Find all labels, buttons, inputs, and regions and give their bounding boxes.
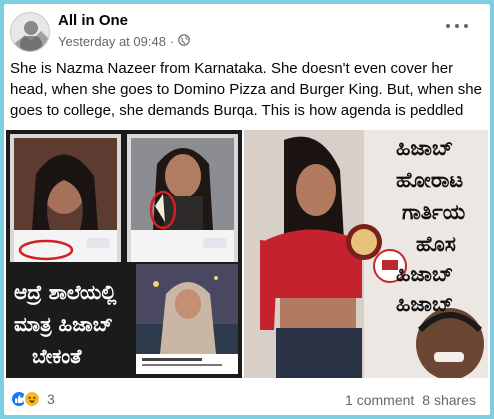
hijab-screenshot (136, 264, 238, 374)
left-overlay-line-1: ಆದ್ರೆ ಶಾಲೆಯಲ್ಲಿ (14, 280, 117, 304)
right-overlay-line-5: ಹಿಜಾಬ್ (396, 262, 454, 286)
post-card: All in One Yesterday at 09:48 · She is N… (4, 4, 490, 415)
reaction-count: 3 (47, 391, 55, 407)
shares-link[interactable]: 8 shares (422, 392, 476, 408)
post-footer: 3 1 comment 8 shares (4, 384, 490, 415)
post-meta: Yesterday at 09:48 · (58, 34, 191, 49)
right-overlay-line-3: ಗಾರ್ತಿಯ (402, 200, 466, 224)
right-overlay-line-2: ಹೋರಾಟ (396, 168, 464, 192)
selfie-screenshot-1 (10, 134, 121, 262)
selfie-screenshot-2 (127, 134, 238, 262)
left-overlay-line-2: ಮಾತ್ರ ಹಿಜಾಬ್ (14, 312, 113, 336)
post-text: She is Nazma Nazeer from Karnataka. She … (10, 60, 482, 119)
right-meme-image: ಹಿಜಾಬ್ ಹೋರಾಟ ಗಾರ್ತಿಯ ಹೊಸ ಹಿಜಾಬ್ ಹಿಜಾಬ್ (244, 130, 488, 378)
comments-link[interactable]: 1 comment (345, 392, 414, 408)
post-header: All in One Yesterday at 09:48 · (4, 4, 490, 58)
post-media[interactable]: ಆದ್ರೆ ಶಾಲೆಯಲ್ಲಿ ಮಾತ್ರ ಹಿಜಾಬ್ ಬೇಕಂತೆ ಹಿಜಾ… (6, 130, 488, 378)
post-timestamp[interactable]: Yesterday at 09:48 (58, 34, 166, 49)
meta-separator: · (169, 34, 175, 49)
left-overlay-line-3: ಬೇಕಂತೆ (32, 344, 82, 368)
right-overlay-line-6: ಹಿಜಾಬ್ (396, 292, 454, 316)
more-options-icon[interactable] (446, 18, 468, 34)
right-overlay-line-4: ಹೊಸ (416, 232, 456, 256)
engagement-stats: 1 comment 8 shares (345, 392, 476, 408)
author-name[interactable]: All in One (58, 12, 128, 29)
right-overlay-line-1: ಹಿಜಾಬ್ (396, 136, 454, 160)
haha-icon (23, 390, 41, 408)
author-avatar[interactable] (10, 12, 50, 52)
reactions-summary[interactable]: 3 (10, 390, 55, 408)
left-collage-image: ಆದ್ರೆ ಶಾಲೆಯಲ್ಲಿ ಮಾತ್ರ ಹಿಜಾಬ್ ಬೇಕಂತೆ (6, 130, 242, 378)
globe-icon (178, 34, 191, 49)
